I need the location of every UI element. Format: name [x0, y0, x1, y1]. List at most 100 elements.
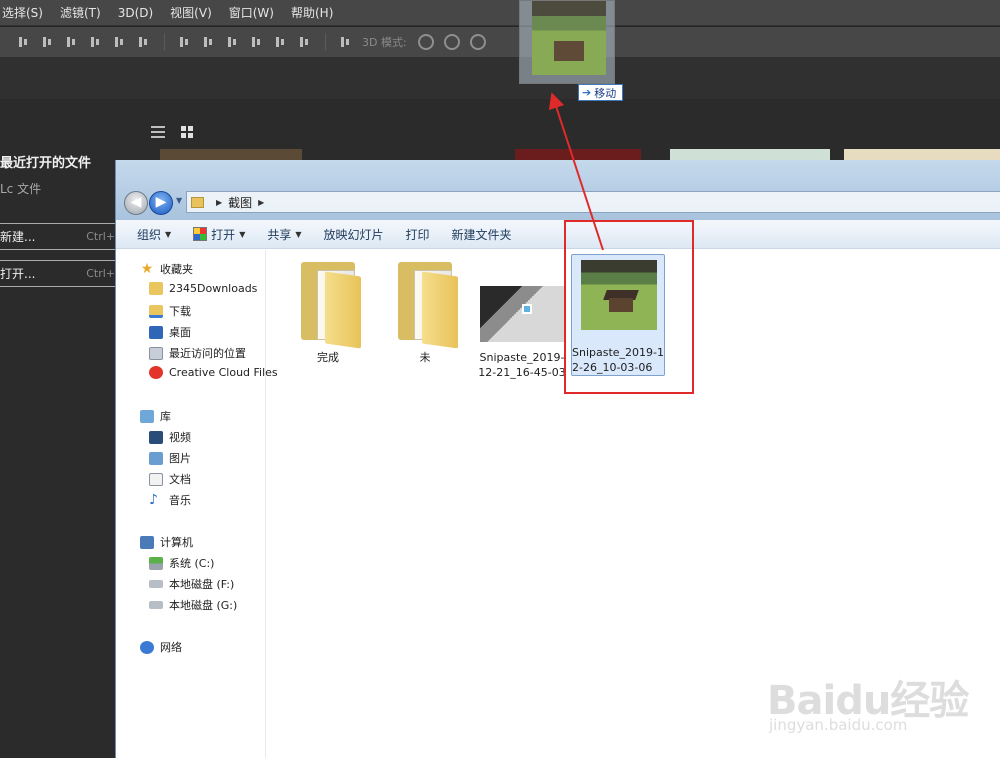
breadcrumb-screenshots[interactable]: 截图 — [228, 194, 252, 211]
align-left-icon[interactable] — [89, 35, 103, 49]
chevron-right-icon[interactable]: ▶ — [258, 198, 264, 207]
distribute-bottom-icon[interactable] — [226, 35, 240, 49]
highlight-box — [564, 220, 694, 394]
share-button[interactable]: 共享 ▼ — [267, 226, 301, 243]
hard-drive-icon — [149, 580, 163, 588]
drag-preview — [519, 0, 615, 84]
nav-label: 计算机 — [160, 536, 193, 549]
menu-select[interactable]: 选择(S) — [2, 4, 43, 21]
distribute-hcenter-icon[interactable] — [274, 35, 288, 49]
chevron-right-icon[interactable]: ▶ — [216, 198, 222, 207]
nav-recent-places[interactable]: 最近访问的位置 — [149, 345, 246, 361]
list-view-icon[interactable] — [151, 126, 165, 138]
distribute-vcenter-icon[interactable] — [202, 35, 216, 49]
nav-libraries[interactable]: 库 — [140, 408, 171, 424]
distribute-top-icon[interactable] — [178, 35, 192, 49]
forward-button[interactable]: ▶ — [149, 191, 173, 215]
slideshow-button[interactable]: 放映幻灯片 — [324, 226, 384, 243]
distribute-left-icon[interactable] — [250, 35, 264, 49]
recent-places-icon — [149, 346, 163, 360]
organize-label: 组织 — [137, 227, 162, 242]
new-file-button[interactable]: 新建... Ctrl+ — [0, 223, 120, 250]
align-bottom-icon[interactable] — [65, 35, 79, 49]
distribute-right-icon[interactable] — [298, 35, 312, 49]
nav-network[interactable]: 网络 — [140, 639, 182, 655]
open-file-label: 打开... — [0, 267, 36, 281]
computer-icon — [140, 535, 154, 549]
back-button[interactable]: ◀ — [124, 191, 148, 215]
nav-favorites[interactable]: ★ 收藏夹 — [140, 261, 193, 277]
menu-view[interactable]: 视图(V) — [170, 4, 212, 21]
grid-view-icon[interactable] — [181, 126, 195, 138]
menu-help[interactable]: 帮助(H) — [291, 4, 333, 21]
nav-label: 桌面 — [169, 326, 191, 339]
align-vcenter-icon[interactable] — [41, 35, 55, 49]
folder-icon — [283, 258, 373, 349]
share-label: 共享 — [267, 227, 292, 242]
network-icon — [140, 640, 154, 654]
file-item[interactable]: 未 — [380, 258, 470, 365]
nav-creative-cloud[interactable]: Creative Cloud Files — [149, 366, 278, 379]
nav-label: 收藏夹 — [160, 263, 193, 276]
music-icon: ♪ — [149, 491, 158, 508]
nav-label: 系统 (C:) — [169, 557, 215, 570]
creative-cloud-icon — [149, 366, 163, 379]
nav-2345downloads[interactable]: 2345Downloads — [149, 282, 257, 295]
organize-button[interactable]: 组织 ▼ — [137, 226, 171, 243]
menu-filter[interactable]: 滤镜(T) — [60, 4, 101, 21]
nav-drive-c[interactable]: 系统 (C:) — [149, 555, 214, 571]
toolbar-divider — [325, 33, 326, 51]
baidu-watermark: Baidu经验 jingyan.baidu.com — [767, 650, 969, 740]
photoshop-options-bar: 3D 模式: — [0, 27, 1000, 57]
toolbar-divider — [164, 33, 165, 51]
3d-rotate-icon[interactable] — [417, 34, 434, 50]
nav-computer[interactable]: 计算机 — [140, 534, 193, 550]
auto-align-icon[interactable] — [339, 35, 353, 49]
nav-label: 本地磁盘 (F:) — [169, 578, 235, 591]
menu-window[interactable]: 窗口(W) — [229, 4, 274, 21]
print-button[interactable]: 打印 — [406, 226, 430, 243]
nav-downloads[interactable]: 下载 — [149, 303, 191, 319]
caret-down-icon: ▼ — [165, 229, 172, 239]
file-item[interactable]: Snipaste_2019-12-21_16-45-03 — [477, 286, 567, 380]
nav-drive-g[interactable]: 本地磁盘 (G:) — [149, 597, 237, 613]
documents-icon — [149, 472, 163, 486]
menu-3d[interactable]: 3D(D) — [118, 6, 153, 20]
new-file-shortcut: Ctrl+ — [86, 230, 115, 243]
file-name: Snipaste_2019-12-21_16-45-03 — [478, 351, 566, 379]
caret-down-icon: ▼ — [239, 229, 246, 239]
lc-files-label[interactable]: Lc 文件 — [0, 180, 41, 197]
star-icon: ★ — [140, 261, 154, 277]
align-right-icon[interactable] — [137, 35, 151, 49]
3d-pan-icon[interactable] — [469, 34, 486, 50]
folder-icon — [191, 196, 204, 208]
nav-documents[interactable]: 文档 — [149, 471, 191, 487]
open-file-button[interactable]: 打开... Ctrl+ — [0, 260, 120, 287]
caret-down-icon: ▼ — [295, 229, 302, 239]
nav-pictures[interactable]: 图片 — [149, 450, 191, 466]
pictures-icon — [149, 451, 163, 465]
nav-videos[interactable]: 视频 — [149, 429, 191, 445]
new-folder-button[interactable]: 新建文件夹 — [452, 226, 512, 243]
watermark-url: jingyan.baidu.com — [769, 716, 908, 734]
3d-roll-icon[interactable] — [443, 34, 460, 50]
nav-music[interactable]: ♪ 音乐 — [149, 492, 191, 508]
video-icon — [149, 430, 163, 444]
folder-icon — [380, 258, 470, 349]
align-top-icon[interactable] — [17, 35, 31, 49]
nav-desktop[interactable]: 桌面 — [149, 324, 191, 340]
photo-viewer-icon — [193, 227, 208, 241]
nav-label: 音乐 — [169, 494, 191, 507]
file-item[interactable]: 完成 — [283, 258, 373, 365]
align-hcenter-icon[interactable] — [113, 35, 127, 49]
nav-label: 下载 — [169, 305, 191, 318]
nav-label: 视频 — [169, 431, 191, 444]
address-bar[interactable]: ▶ 截图 ▶ — [186, 191, 1000, 213]
open-button[interactable]: 打开 ▼ — [193, 226, 245, 243]
nav-drive-f[interactable]: 本地磁盘 (F:) — [149, 576, 234, 592]
nav-label: 文档 — [169, 473, 191, 486]
file-name: 完成 — [317, 351, 339, 364]
history-dropdown-icon[interactable]: ▼ — [176, 196, 182, 205]
library-icon — [140, 409, 154, 423]
nav-label: 本地磁盘 (G:) — [169, 599, 238, 612]
